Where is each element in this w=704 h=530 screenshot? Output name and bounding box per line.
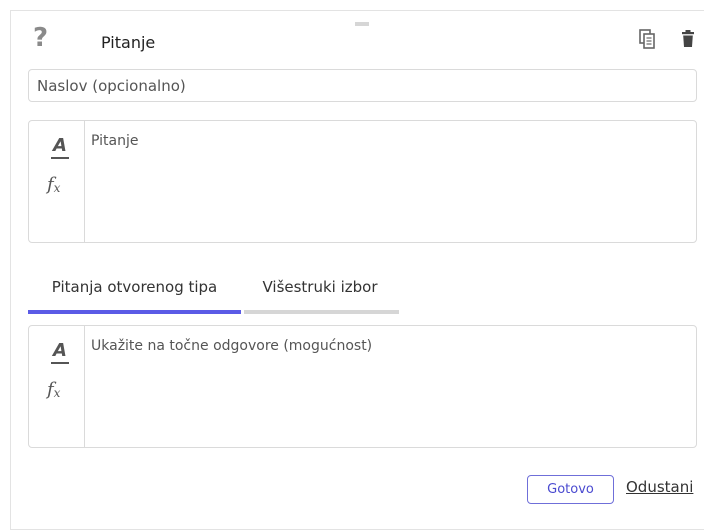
tab-multiple-choice[interactable]: Višestruki izbor — [241, 268, 399, 314]
question-type-title: Pitanje — [101, 33, 156, 52]
answer-type-tabs: Pitanja otvorenog tipa Višestruki izbor — [28, 268, 428, 314]
tab-open-ended-label: Pitanja otvorenog tipa — [51, 278, 218, 296]
answer-editor: A fx Ukažite na točne odgovore (mogućnos… — [28, 325, 697, 448]
question-text-area[interactable]: Pitanje — [91, 133, 138, 149]
formula-icon[interactable]: fx — [47, 173, 73, 197]
answer-editor-toolbar: A fx — [29, 326, 85, 447]
text-format-icon[interactable]: A — [49, 135, 71, 159]
tab-multiple-choice-label: Višestruki izbor — [262, 278, 378, 296]
text-format-icon[interactable]: A — [49, 340, 71, 364]
cancel-link[interactable]: Odustani — [626, 478, 693, 496]
question-editor-toolbar: A fx — [29, 121, 85, 242]
trash-icon[interactable] — [681, 28, 695, 48]
caption-input[interactable] — [28, 69, 697, 102]
done-button[interactable]: Gotovo — [527, 475, 614, 504]
tab-open-ended-indicator — [28, 310, 241, 314]
formula-icon[interactable]: fx — [47, 378, 73, 402]
drag-handle-icon[interactable] — [355, 22, 369, 26]
tab-multiple-choice-indicator — [244, 310, 399, 314]
answer-text-area[interactable]: Ukažite na točne odgovore (mogućnost) — [91, 338, 372, 354]
tab-open-ended[interactable]: Pitanja otvorenog tipa — [28, 268, 241, 314]
copy-icon[interactable] — [639, 29, 655, 49]
question-editor: A fx Pitanje — [28, 120, 697, 243]
question-mark-icon: ? — [33, 23, 49, 53]
